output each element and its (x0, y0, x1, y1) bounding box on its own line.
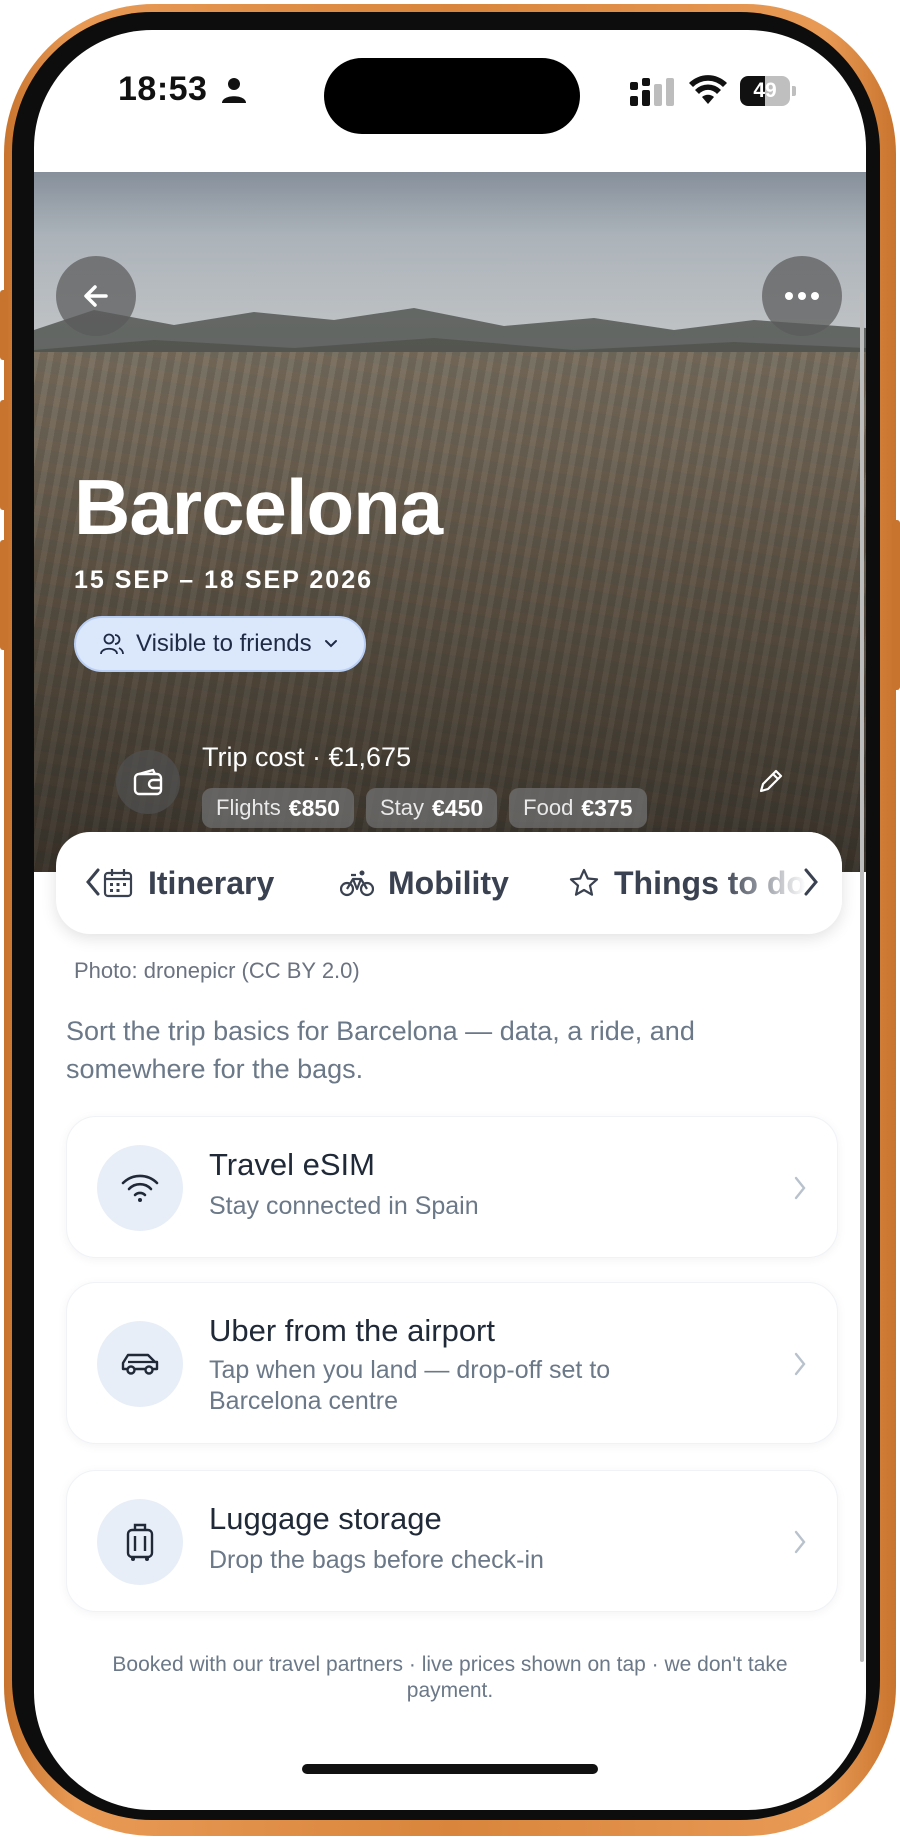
screen: 18:53 49 Barcelona 15 SEP – 18 SEP 2026 … (34, 30, 866, 1810)
esim-icon-badge (97, 1145, 183, 1231)
chip-value: €450 (432, 794, 484, 821)
cost-chip-stay: Stay €450 (365, 788, 498, 828)
chevron-left-icon[interactable] (84, 866, 102, 898)
chip-value: €375 (581, 794, 633, 821)
visibility-selector[interactable]: Visible to friends (74, 616, 366, 672)
card-subtitle: Tap when you land — drop-off set to Barc… (209, 1356, 611, 1415)
wallet-icon (133, 768, 163, 796)
card-title: Travel eSIM (209, 1147, 375, 1182)
more-horizontal-icon (785, 292, 819, 300)
hero-image: Barcelona 15 SEP – 18 SEP 2026 Visible t… (34, 172, 866, 872)
card-subtitle: Stay connected in Spain (209, 1192, 479, 1220)
car-icon-badge (97, 1321, 183, 1407)
chevron-down-icon (324, 640, 337, 648)
cost-chip-food: Food €375 (509, 788, 647, 828)
section-tabs: Itinerary Mobility Things to do (56, 832, 842, 934)
back-button[interactable] (56, 256, 136, 336)
chip-label: Food (523, 795, 574, 820)
star-icon (569, 868, 599, 896)
luggage-icon (126, 1523, 154, 1561)
esim-card[interactable]: Travel eSIM Stay connected in Spain (66, 1116, 838, 1258)
battery-level: 49 (753, 79, 777, 102)
calendar-icon (103, 869, 133, 898)
intro-text: Sort the trip basics for Barcelona — dat… (66, 1016, 695, 1084)
cost-chip-flights: Flights €850 (202, 788, 354, 828)
battery-indicator: 49 (740, 76, 796, 106)
volume-up-button (0, 400, 8, 510)
partner-footnote: Booked with our travel partners · live p… (112, 1653, 788, 1702)
tab-mobility[interactable]: Mobility (340, 832, 509, 934)
home-indicator[interactable] (302, 1764, 598, 1774)
dynamic-island (324, 58, 580, 134)
tab-itinerary[interactable]: Itinerary (102, 832, 274, 934)
more-options-button[interactable] (762, 256, 842, 336)
scrollbar[interactable] (860, 292, 864, 1662)
action-button (0, 290, 8, 360)
person-icon (222, 78, 246, 103)
chevron-right-icon (794, 1352, 806, 1376)
chip-value: €850 (288, 794, 340, 821)
luggage-icon-badge (97, 1499, 183, 1585)
cost-breakdown: Flights €850 Stay €450 Food €375 (202, 788, 647, 828)
wifi-icon (121, 1174, 159, 1202)
uber-card[interactable]: Uber from the airport Tap when you land … (66, 1282, 838, 1444)
status-bar: 18:53 49 (34, 30, 866, 180)
chip-label: Stay (379, 795, 424, 820)
chip-label: Flights (216, 795, 281, 820)
trip-title: Barcelona (74, 463, 443, 551)
pencil-icon[interactable] (756, 766, 786, 796)
card-subtitle: Drop the bags before check-in (209, 1546, 544, 1574)
photo-credit: Photo: dronepicr (CC BY 2.0) (74, 958, 360, 983)
chevron-right-icon (794, 1176, 806, 1200)
car-icon (121, 1353, 159, 1375)
trip-dates: 15 SEP – 18 SEP 2026 (74, 566, 374, 594)
status-time: 18:53 (118, 70, 208, 108)
bicycle-icon (340, 870, 374, 897)
luggage-card[interactable]: Luggage storage Drop the bags before che… (66, 1470, 838, 1612)
arrow-left-icon (84, 285, 108, 307)
visibility-label: Visible to friends (136, 630, 312, 657)
power-button (892, 520, 900, 690)
card-title: Luggage storage (209, 1501, 442, 1536)
wifi-status-icon (689, 75, 727, 104)
chevron-right-icon[interactable] (802, 866, 820, 898)
card-title: Uber from the airport (209, 1313, 495, 1348)
chevron-right-icon (794, 1530, 806, 1554)
friends-icon (100, 633, 124, 655)
wallet-badge (116, 750, 180, 814)
cellular-signal-icon (630, 78, 674, 106)
tab-label: Itinerary (148, 864, 275, 901)
trip-cost-total: Trip cost · €1,675 (202, 742, 412, 772)
tab-label: Mobility (388, 864, 509, 901)
volume-down-button (0, 540, 8, 650)
